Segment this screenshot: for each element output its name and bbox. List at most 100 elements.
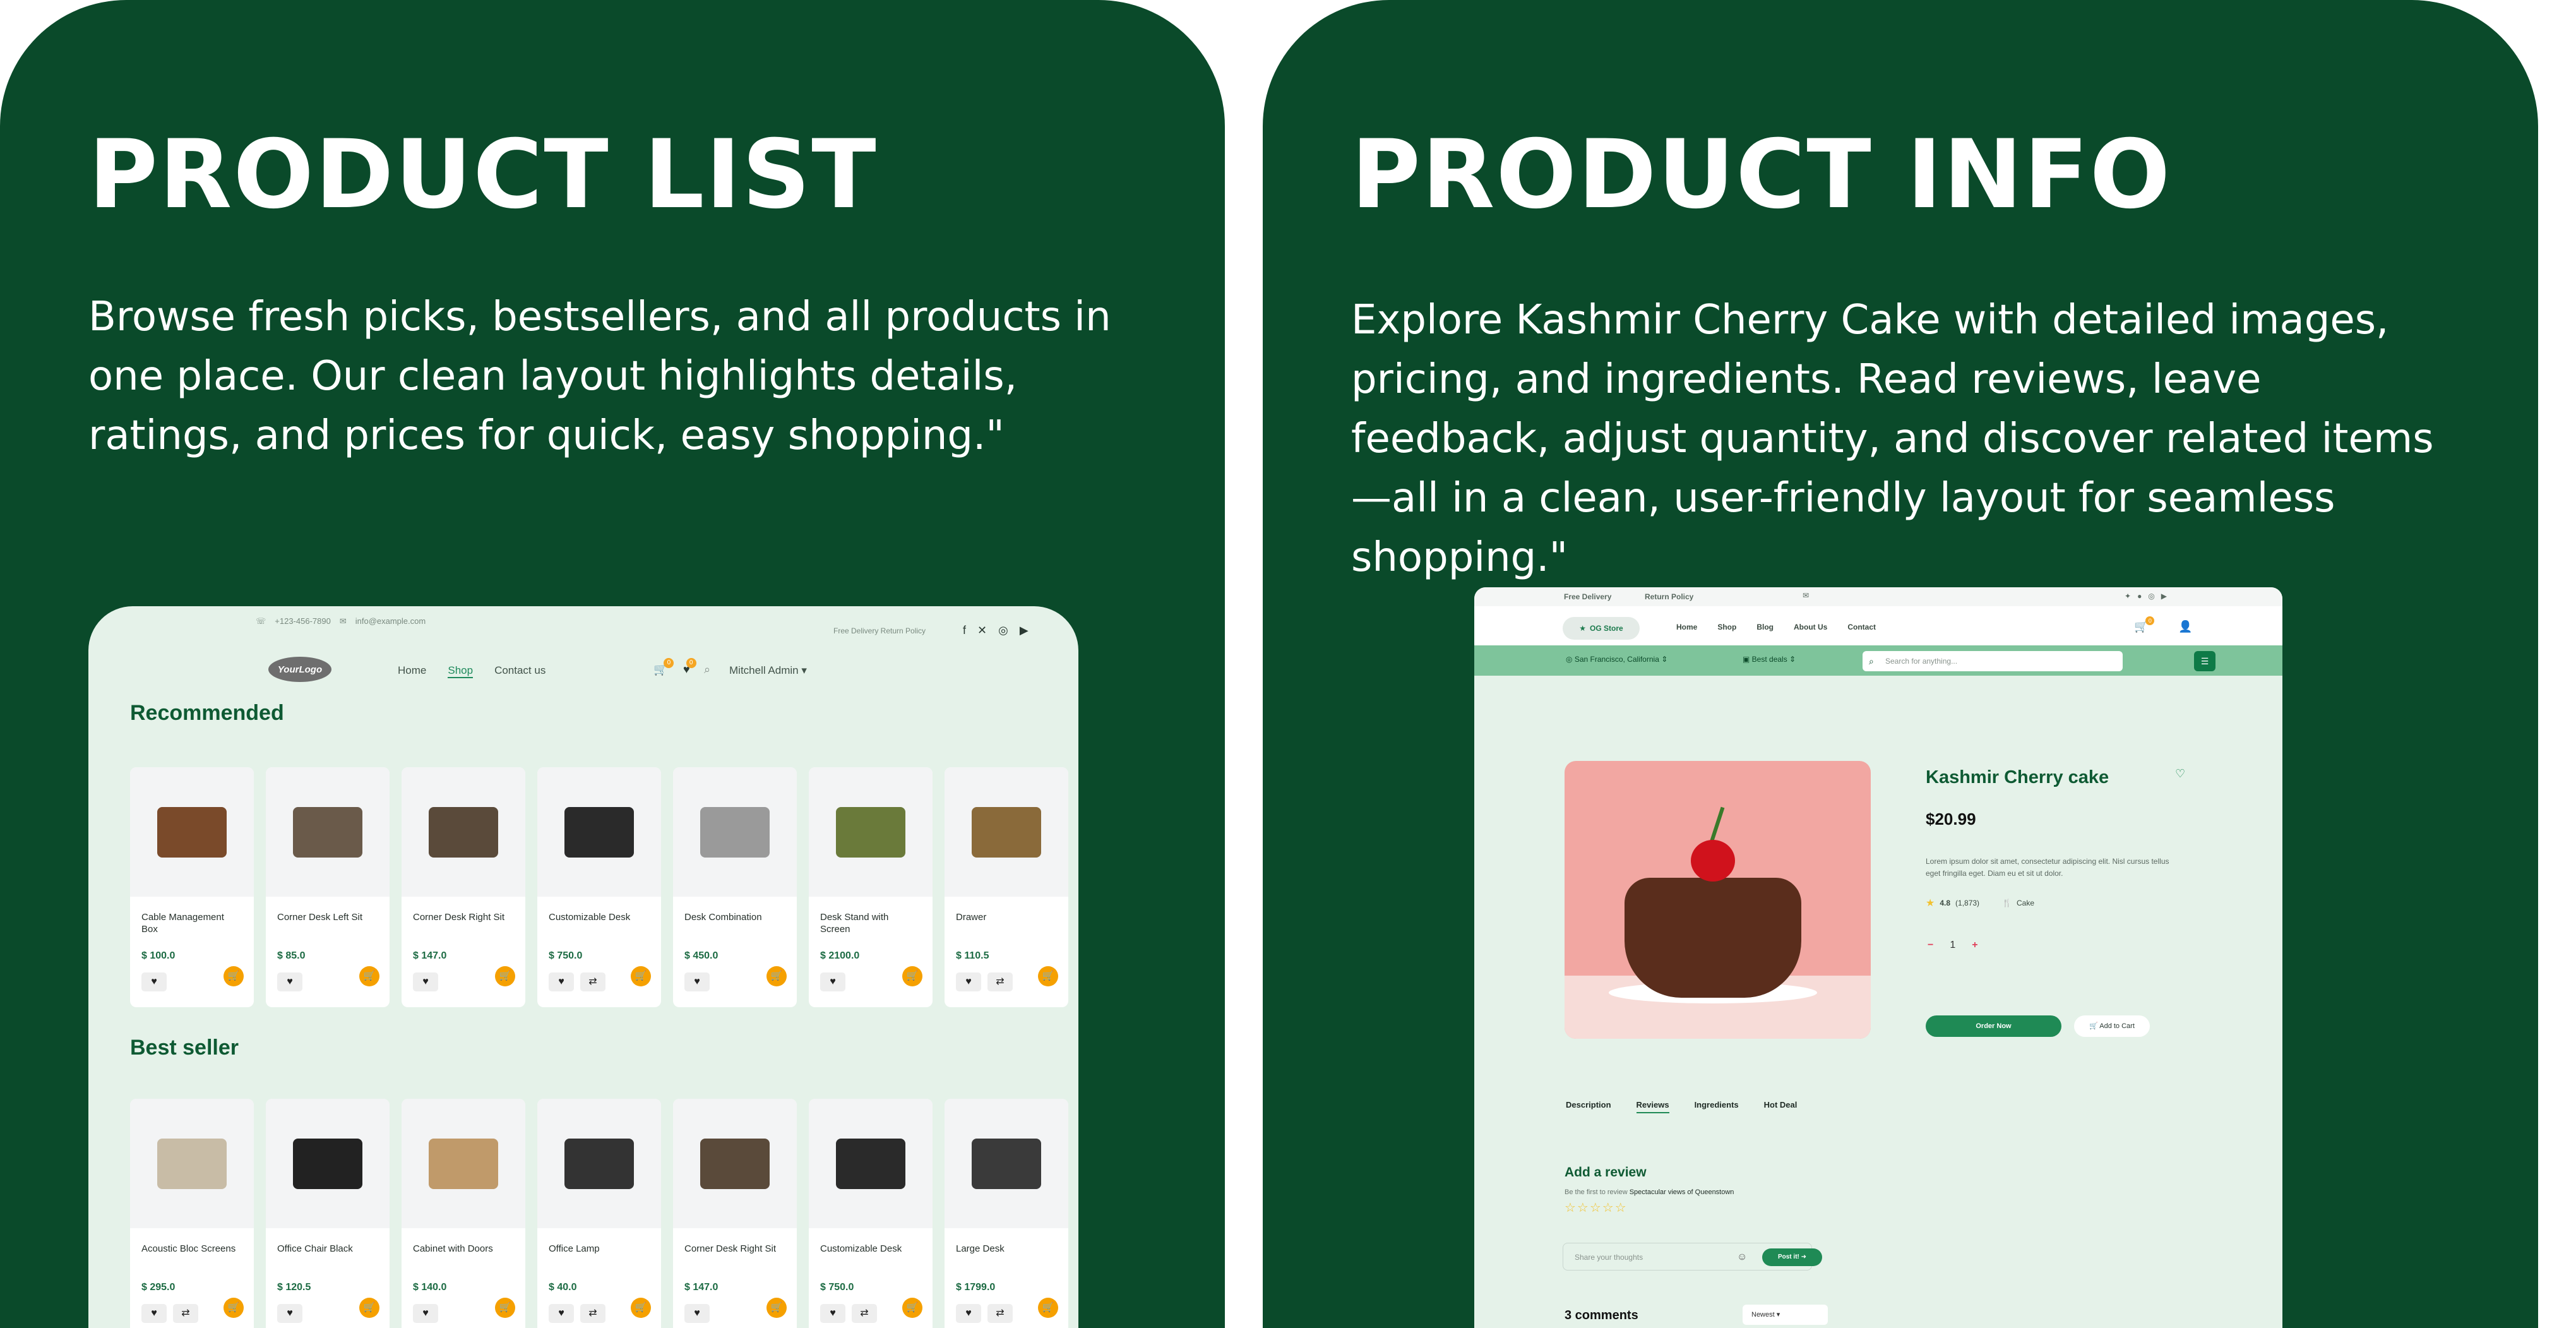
user-menu[interactable]: Mitchell Admin ▾ bbox=[729, 664, 807, 677]
compare-icon[interactable]: ⇄ bbox=[580, 1304, 605, 1323]
product-card[interactable]: Cable Management Box $ 100.0 ♥ 🛒 bbox=[130, 767, 254, 1007]
product-card[interactable]: Cabinet with Doors $ 140.0 ♥ 🛒 bbox=[402, 1099, 525, 1328]
product-name[interactable]: Desk Combination bbox=[684, 911, 785, 923]
twitter-icon[interactable]: ✦ bbox=[2125, 592, 2131, 601]
cart-icon[interactable]: 🛒 0 bbox=[653, 658, 674, 676]
add-to-cart-icon[interactable]: 🛒 bbox=[224, 1298, 244, 1318]
x-icon[interactable]: ✕ bbox=[977, 624, 987, 637]
deals-selector[interactable]: ▣ Best deals ⇕ bbox=[1743, 655, 1796, 664]
youtube-icon[interactable]: ▶ bbox=[2161, 592, 2167, 601]
heart-icon[interactable]: ♥ bbox=[956, 972, 981, 991]
nav-contact[interactable]: Contact us bbox=[494, 664, 546, 678]
return-policy-link[interactable]: Return Policy bbox=[1645, 592, 1693, 601]
product-image[interactable] bbox=[673, 1099, 797, 1228]
instagram-icon[interactable]: ◎ bbox=[998, 624, 1008, 637]
store-logo[interactable]: ★ OG Store bbox=[1563, 617, 1640, 640]
product-card[interactable]: Corner Desk Left Sit $ 85.0 ♥ 🛒 bbox=[266, 767, 390, 1007]
product-image[interactable] bbox=[673, 767, 797, 897]
facebook-icon[interactable]: f bbox=[963, 624, 966, 637]
heart-icon[interactable]: ♥ 0 bbox=[683, 658, 696, 676]
add-to-cart-button[interactable]: 🛒 Add to Cart bbox=[2074, 1015, 2150, 1037]
product-name[interactable]: Corner Desk Right Sit bbox=[684, 1243, 785, 1255]
product-image[interactable] bbox=[945, 1099, 1068, 1228]
product-name[interactable]: Customizable Desk bbox=[820, 1243, 921, 1255]
add-to-cart-icon[interactable]: 🛒 bbox=[495, 966, 515, 986]
heart-icon[interactable]: ♥ bbox=[141, 972, 167, 991]
product-image[interactable] bbox=[266, 1099, 390, 1228]
product-card[interactable]: Desk Combination $ 450.0 ♥ 🛒 bbox=[673, 767, 797, 1007]
add-to-cart-icon[interactable]: 🛒 bbox=[766, 966, 787, 986]
add-to-cart-icon[interactable]: 🛒 bbox=[495, 1298, 515, 1318]
add-to-cart-icon[interactable]: 🛒 bbox=[359, 1298, 379, 1318]
search-icon[interactable]: ⌕ bbox=[704, 663, 710, 676]
compare-icon[interactable]: ⇄ bbox=[987, 972, 1013, 991]
product-card[interactable]: Office Lamp $ 40.0 ♥ ⇄ 🛒 bbox=[537, 1099, 661, 1328]
compare-icon[interactable]: ⇄ bbox=[173, 1304, 198, 1323]
product-card[interactable]: Corner Desk Right Sit $ 147.0 ♥ 🛒 bbox=[402, 767, 525, 1007]
filter-icon[interactable]: ☰ bbox=[2194, 651, 2215, 671]
youtube-icon[interactable]: ▶ bbox=[1020, 624, 1029, 637]
add-to-cart-icon[interactable]: 🛒 bbox=[359, 966, 379, 986]
heart-icon[interactable]: ♥ bbox=[684, 1304, 710, 1323]
product-name[interactable]: Acoustic Bloc Screens bbox=[141, 1243, 242, 1255]
compare-icon[interactable]: ⇄ bbox=[987, 1304, 1013, 1323]
logo[interactable]: YourLogo bbox=[268, 657, 331, 682]
tab-reviews[interactable]: Reviews bbox=[1636, 1100, 1669, 1113]
search-input[interactable]: ⌕ Search for anything... bbox=[1863, 651, 2123, 671]
heart-icon[interactable]: ♥ bbox=[956, 1304, 981, 1323]
heart-icon[interactable]: ♥ bbox=[549, 972, 574, 991]
product-image[interactable] bbox=[402, 1099, 525, 1228]
product-card[interactable]: Desk Stand with Screen $ 2100.0 ♥ 🛒 bbox=[809, 767, 933, 1007]
heart-icon[interactable]: ♥ bbox=[413, 1304, 438, 1323]
mail-icon[interactable]: ✉ bbox=[1803, 591, 1809, 600]
product-name[interactable]: Office Lamp bbox=[549, 1243, 650, 1255]
compare-icon[interactable]: ⇄ bbox=[852, 1304, 877, 1323]
product-image[interactable] bbox=[1565, 761, 1871, 1039]
heart-icon[interactable]: ♥ bbox=[820, 1304, 845, 1323]
product-card[interactable]: Customizable Desk $ 750.0 ♥ ⇄ 🛒 bbox=[809, 1099, 933, 1328]
free-delivery-link[interactable]: Free Delivery bbox=[1564, 592, 1611, 601]
heart-icon[interactable]: ♥ bbox=[549, 1304, 574, 1323]
product-image[interactable] bbox=[809, 767, 933, 897]
product-name[interactable]: Corner Desk Right Sit bbox=[413, 911, 514, 923]
user-icon[interactable]: 👤 bbox=[2178, 620, 2192, 633]
product-name[interactable]: Customizable Desk bbox=[549, 911, 650, 923]
nav-shop[interactable]: Shop bbox=[448, 664, 474, 678]
rating-stars-input[interactable]: ☆☆☆☆☆ bbox=[1565, 1200, 1628, 1216]
product-card[interactable]: Drawer $ 110.5 ♥ ⇄ 🛒 bbox=[945, 767, 1068, 1007]
tab-description[interactable]: Description bbox=[1566, 1100, 1611, 1113]
heart-icon[interactable]: ♥ bbox=[413, 972, 438, 991]
product-name[interactable]: Office Chair Black bbox=[277, 1243, 378, 1255]
product-card[interactable]: Acoustic Bloc Screens $ 295.0 ♥ ⇄ 🛒 bbox=[130, 1099, 254, 1328]
product-card[interactable]: Large Desk $ 1799.0 ♥ ⇄ 🛒 bbox=[945, 1099, 1068, 1328]
product-name[interactable]: Cabinet with Doors bbox=[413, 1243, 514, 1255]
product-image[interactable] bbox=[130, 1099, 254, 1228]
tab-hot-deal[interactable]: Hot Deal bbox=[1764, 1100, 1798, 1113]
emoji-icon[interactable]: ☺ bbox=[1737, 1243, 1747, 1271]
add-to-cart-icon[interactable]: 🛒 bbox=[224, 966, 244, 986]
add-to-cart-icon[interactable]: 🛒 bbox=[1038, 966, 1058, 986]
tab-ingredients[interactable]: Ingredients bbox=[1695, 1100, 1739, 1113]
nav-home[interactable]: Home bbox=[1676, 623, 1697, 631]
add-to-cart-icon[interactable]: 🛒 bbox=[631, 1298, 651, 1318]
product-image[interactable] bbox=[537, 767, 661, 897]
product-name[interactable]: Desk Stand with Screen bbox=[820, 911, 921, 935]
order-now-button[interactable]: Order Now bbox=[1926, 1015, 2061, 1037]
post-button[interactable]: Post it! ➜ bbox=[1762, 1248, 1822, 1266]
decrease-button[interactable]: − bbox=[1928, 940, 1933, 951]
nav-home[interactable]: Home bbox=[398, 664, 426, 678]
product-image[interactable] bbox=[402, 767, 525, 897]
nav-blog[interactable]: Blog bbox=[1756, 623, 1774, 631]
add-to-cart-icon[interactable]: 🛒 bbox=[766, 1298, 787, 1318]
heart-icon[interactable]: ♥ bbox=[277, 972, 302, 991]
nav-shop[interactable]: Shop bbox=[1717, 623, 1736, 631]
heart-icon[interactable]: ♥ bbox=[141, 1304, 167, 1323]
product-name[interactable]: Cable Management Box bbox=[141, 911, 242, 935]
compare-icon[interactable]: ⇄ bbox=[580, 972, 605, 991]
add-to-cart-icon[interactable]: 🛒 bbox=[902, 966, 922, 986]
add-to-cart-icon[interactable]: 🛒 bbox=[902, 1298, 922, 1318]
product-image[interactable] bbox=[945, 767, 1068, 897]
location-selector[interactable]: ◎ San Francisco, California ⇕ bbox=[1566, 655, 1667, 664]
product-image[interactable] bbox=[809, 1099, 933, 1228]
product-card[interactable]: Corner Desk Right Sit $ 147.0 ♥ 🛒 bbox=[673, 1099, 797, 1328]
